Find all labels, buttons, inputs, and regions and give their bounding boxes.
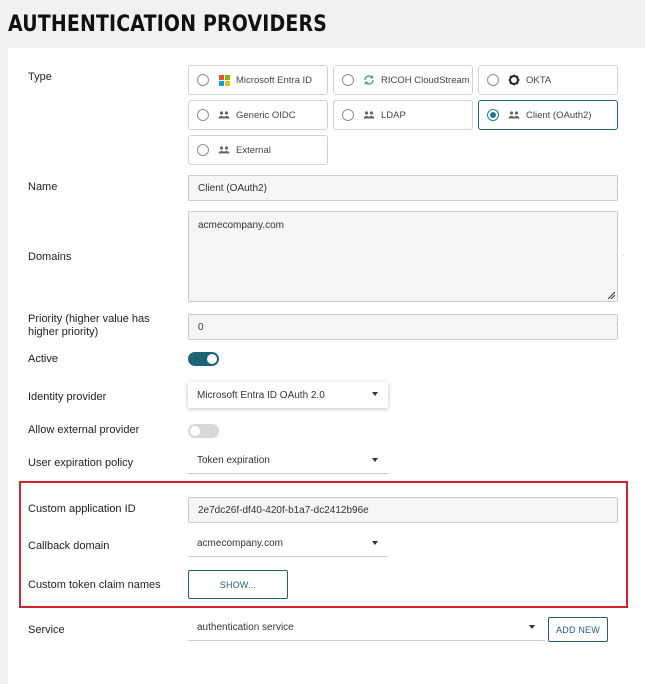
type-option-generic-oidc[interactable]: Generic OIDC xyxy=(188,100,328,130)
users-icon xyxy=(218,144,230,156)
type-option-label: Microsoft Entra ID xyxy=(236,74,313,86)
required-dot: · xyxy=(622,251,625,260)
page-title: AUTHENTICATION PROVIDERS xyxy=(8,12,328,37)
identity-provider-value: Microsoft Entra ID OAuth 2.0 xyxy=(197,389,325,401)
type-option-client-oauth2[interactable]: Client (OAuth2) xyxy=(478,100,618,130)
type-option-label: LDAP xyxy=(381,109,406,121)
type-option-label: External xyxy=(236,144,271,156)
type-option-okta[interactable]: OKTA xyxy=(478,65,618,95)
type-option-label: RICOH CloudStream xyxy=(381,74,470,86)
custom-app-id-label: Custom application ID xyxy=(28,503,136,515)
add-new-button[interactable]: ADD NEW xyxy=(548,617,608,642)
name-input[interactable]: Client (OAuth2) xyxy=(188,175,618,201)
radio-button[interactable] xyxy=(342,74,354,86)
domains-value: acmecompany.com xyxy=(198,220,284,231)
type-option-external[interactable]: External xyxy=(188,135,328,165)
type-option-ricoh-cloudstream[interactable]: RICOH CloudStream xyxy=(333,65,473,95)
microsoft-logo-icon xyxy=(218,74,230,86)
custom-claims-label: Custom token claim names xyxy=(28,579,161,591)
type-label: Type xyxy=(28,71,52,83)
type-option-label: OKTA xyxy=(526,74,552,86)
active-toggle[interactable] xyxy=(188,352,219,366)
callback-domain-value: acmecompany.com xyxy=(197,538,283,549)
header: AUTHENTICATION PROVIDERS xyxy=(0,0,645,48)
caret-down-icon xyxy=(372,541,378,545)
custom-app-id-value: 2e7dc26f-df40-420f-b1a7-dc2412b96e xyxy=(198,504,369,516)
service-select[interactable]: authentication service xyxy=(188,615,545,641)
users-icon xyxy=(508,109,520,121)
user-expiration-value: Token expiration xyxy=(197,455,270,466)
domains-label: Domains xyxy=(28,251,72,263)
caret-down-icon xyxy=(529,625,535,629)
user-expiration-select[interactable]: Token expiration xyxy=(188,448,388,474)
allow-external-toggle[interactable] xyxy=(188,424,219,438)
caret-down-icon xyxy=(372,458,378,462)
radio-button[interactable] xyxy=(197,144,209,156)
custom-app-id-input[interactable]: 2e7dc26f-df40-420f-b1a7-dc2412b96e xyxy=(188,497,618,523)
priority-label: Priority (higher value has higher priori… xyxy=(28,313,150,338)
priority-value: 0 xyxy=(198,321,204,333)
identity-provider-label: Identity provider xyxy=(28,391,107,403)
okta-logo-icon xyxy=(508,74,520,86)
cloud-sync-icon xyxy=(363,74,375,86)
radio-button-checked[interactable] xyxy=(487,109,499,121)
type-option-microsoft-entra-id[interactable]: Microsoft Entra ID xyxy=(188,65,328,95)
type-option-ldap[interactable]: LDAP xyxy=(333,100,473,130)
priority-input[interactable]: 0 xyxy=(188,314,618,340)
caret-down-icon xyxy=(372,392,378,396)
name-value: Client (OAuth2) xyxy=(198,182,267,194)
callback-domain-label: Callback domain xyxy=(28,540,110,552)
required-dot: · xyxy=(622,320,625,329)
callback-domain-select[interactable]: acmecompany.com xyxy=(188,531,388,557)
user-expiration-label: User expiration policy xyxy=(28,457,134,469)
type-option-label: Generic OIDC xyxy=(236,109,296,121)
type-option-label: Client (OAuth2) xyxy=(526,109,592,121)
allow-external-label: Allow external provider xyxy=(28,424,140,436)
radio-button[interactable] xyxy=(197,109,209,121)
show-claims-button[interactable]: SHOW... xyxy=(188,570,288,599)
radio-button[interactable] xyxy=(487,74,499,86)
radio-button[interactable] xyxy=(342,109,354,121)
name-label: Name xyxy=(28,181,58,193)
service-label: Service xyxy=(28,624,65,636)
users-icon xyxy=(363,109,375,121)
service-value: authentication service xyxy=(197,622,294,633)
resize-grip-icon[interactable] xyxy=(607,291,615,299)
radio-button[interactable] xyxy=(197,74,209,86)
required-dot: · xyxy=(622,181,625,190)
identity-provider-select[interactable]: Microsoft Entra ID OAuth 2.0 xyxy=(188,382,388,408)
domains-textarea[interactable]: acmecompany.com xyxy=(188,211,618,302)
active-label: Active xyxy=(28,353,58,365)
users-icon xyxy=(218,109,230,121)
